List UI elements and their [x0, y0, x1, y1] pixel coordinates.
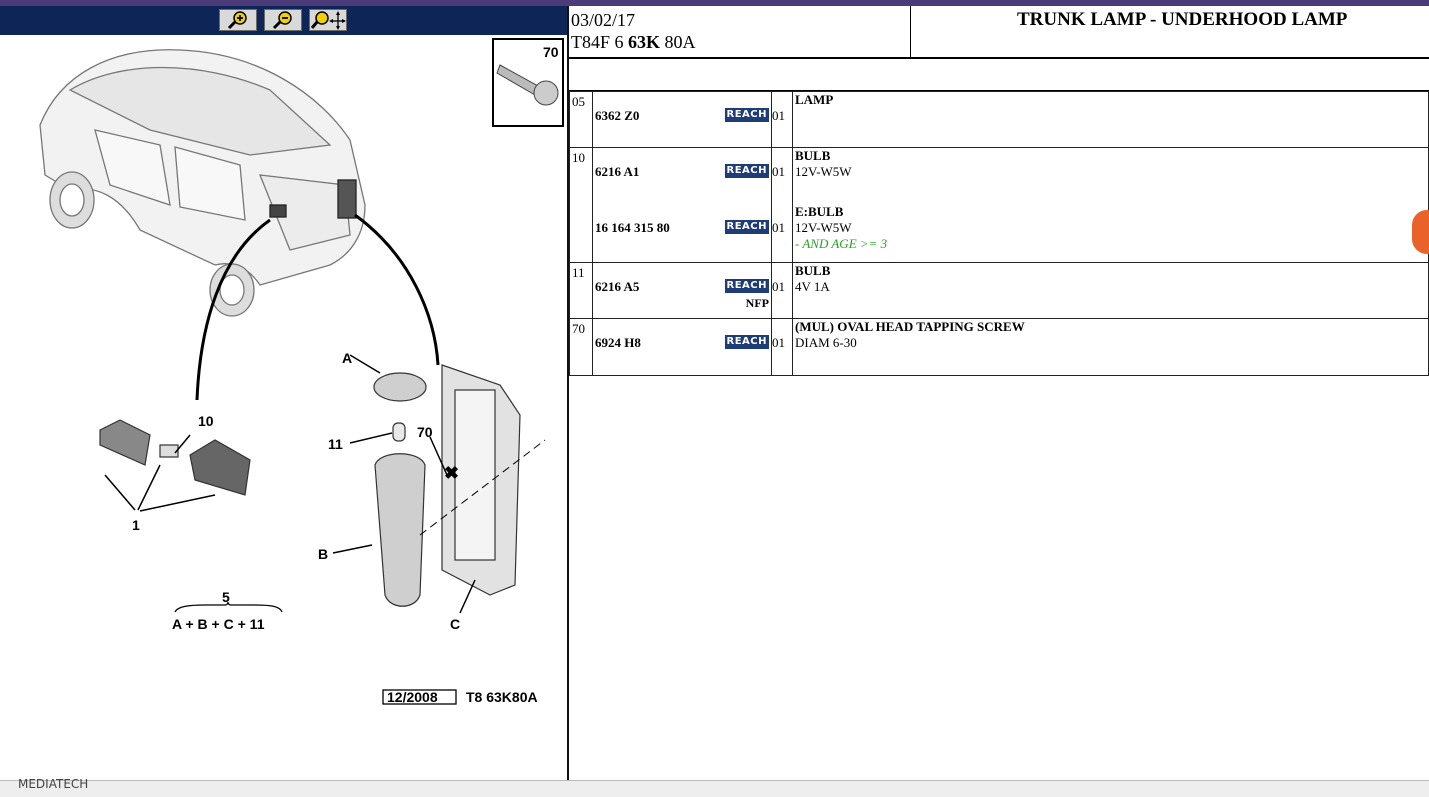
reach-badge: REACH: [724, 279, 769, 293]
header-spacer: [569, 58, 1429, 92]
page-title: TRUNK LAMP - UNDERHOOD LAMP: [1017, 9, 1348, 30]
callout-11: 11: [328, 436, 343, 452]
header-block: 03/02/17 T84F 6 63K 80A TRUNK LAMP - UND…: [569, 6, 1429, 59]
zoom-out-button[interactable]: [264, 9, 302, 31]
parts-pane: 03/02/17 T84F 6 63K 80A TRUNK LAMP - UND…: [569, 6, 1429, 780]
part-number[interactable]: 16 164 315 80: [595, 220, 670, 235]
table-row[interactable]: 11 6216 A5 REACH NFP 01 BULB 4V 1A: [569, 262, 1429, 319]
part-number-line: 6216 A5 REACH: [595, 279, 771, 295]
table-row[interactable]: 70 6924 H8 REACH 01 (MUL) OVAL HEAD TAPP…: [569, 318, 1429, 376]
part-number[interactable]: 6924 H8: [595, 335, 641, 350]
car-illustration: [39, 49, 366, 317]
code-bold: 63K: [628, 32, 661, 52]
quantity: 01: [772, 279, 785, 294]
kit-formula: A + B + C + 11: [172, 616, 265, 632]
zoom-fit-icon: [310, 11, 346, 30]
stamp-date: 12/2008: [387, 689, 438, 705]
ref-number: 05: [569, 91, 593, 148]
quantity: 01: [772, 335, 785, 350]
part-number-line: 6924 H8 REACH: [595, 335, 771, 351]
parts-table: 05 6362 Z0 REACH 01 LAMP 10 6216 A1 REAC…: [569, 91, 1429, 376]
part-spec: 12V-W5W: [795, 164, 852, 179]
callout-70: 70: [417, 424, 433, 440]
zoom-in-button[interactable]: [219, 9, 257, 31]
svg-text:✖: ✖: [444, 463, 459, 483]
kit-brace: [174, 601, 283, 613]
callout-A: A: [342, 350, 352, 366]
reach-badge: REACH: [724, 164, 769, 178]
zoom-in-icon: [227, 11, 247, 30]
part-number[interactable]: 6362 Z0: [595, 108, 639, 123]
ref-number: 11: [569, 262, 593, 319]
zoom-out-icon: [272, 11, 292, 30]
screw-inset: 70: [492, 38, 564, 127]
ref-number: 70: [569, 318, 593, 376]
callout-10: 10: [198, 413, 214, 429]
trunk-lamp-parts: [373, 364, 521, 607]
callout-C: C: [450, 616, 460, 632]
part-condition-note: - AND AGE >= 3: [795, 236, 888, 251]
floating-action-button[interactable]: [1412, 210, 1429, 254]
part-name: BULB: [795, 148, 831, 163]
part-spec: DIAM 6-30: [795, 335, 857, 350]
part-name: E:BULB: [795, 204, 844, 219]
callout-5: 5: [222, 589, 230, 605]
code-prefix: T84F 6: [571, 32, 629, 52]
stamp-ref: T8 63K80A: [466, 689, 538, 705]
table-row[interactable]: 10 6216 A1 REACH 16 164 315 80 REACH 01 …: [569, 147, 1429, 263]
underhood-lamp-parts: [99, 419, 251, 496]
footer-text: MEDIATECH: [18, 777, 89, 791]
header-date: 03/02/17: [571, 10, 636, 30]
quantity: 01: [772, 164, 785, 179]
part-name: (MUL) OVAL HEAD TAPPING SCREW: [795, 319, 1025, 334]
diagram-pane: 70 ✖ A 11 70 10 1 B C 5 A + B + C + 11 1…: [0, 6, 567, 780]
header-code: T84F 6 63K 80A: [571, 31, 696, 53]
part-spec: 4V 1A: [795, 279, 830, 294]
reach-badge: REACH: [724, 220, 769, 234]
callout-1: 1: [132, 517, 140, 533]
status-bar: MEDIATECH: [0, 777, 1429, 797]
nfp-flag: NFP: [745, 296, 769, 310]
diagram-toolbar: [0, 6, 567, 35]
reach-badge: REACH: [724, 108, 769, 122]
quantity: 01: [772, 220, 785, 235]
part-number-line: 6216 A1 REACH: [595, 164, 771, 180]
part-number-line: 16 164 315 80 REACH: [595, 220, 771, 236]
table-row[interactable]: 05 6362 Z0 REACH 01 LAMP: [569, 91, 1429, 148]
inset-number: 70: [543, 44, 559, 60]
reach-badge: REACH: [724, 335, 769, 349]
parts-diagram[interactable]: 70 ✖ A 11 70 10 1 B C 5 A + B + C + 11 1…: [0, 35, 567, 780]
part-spec: 12V-W5W: [795, 220, 852, 235]
code-suffix: 80A: [660, 32, 696, 52]
part-name: BULB: [795, 263, 831, 278]
part-number[interactable]: 6216 A5: [595, 279, 639, 294]
part-number-line: 6362 Z0 REACH: [595, 108, 771, 124]
quantity: 01: [772, 108, 785, 123]
part-name: LAMP: [795, 92, 834, 107]
part-number[interactable]: 6216 A1: [595, 164, 639, 179]
zoom-fit-button[interactable]: [309, 9, 347, 31]
callout-B: B: [318, 546, 328, 562]
ref-number: 10: [569, 147, 593, 263]
